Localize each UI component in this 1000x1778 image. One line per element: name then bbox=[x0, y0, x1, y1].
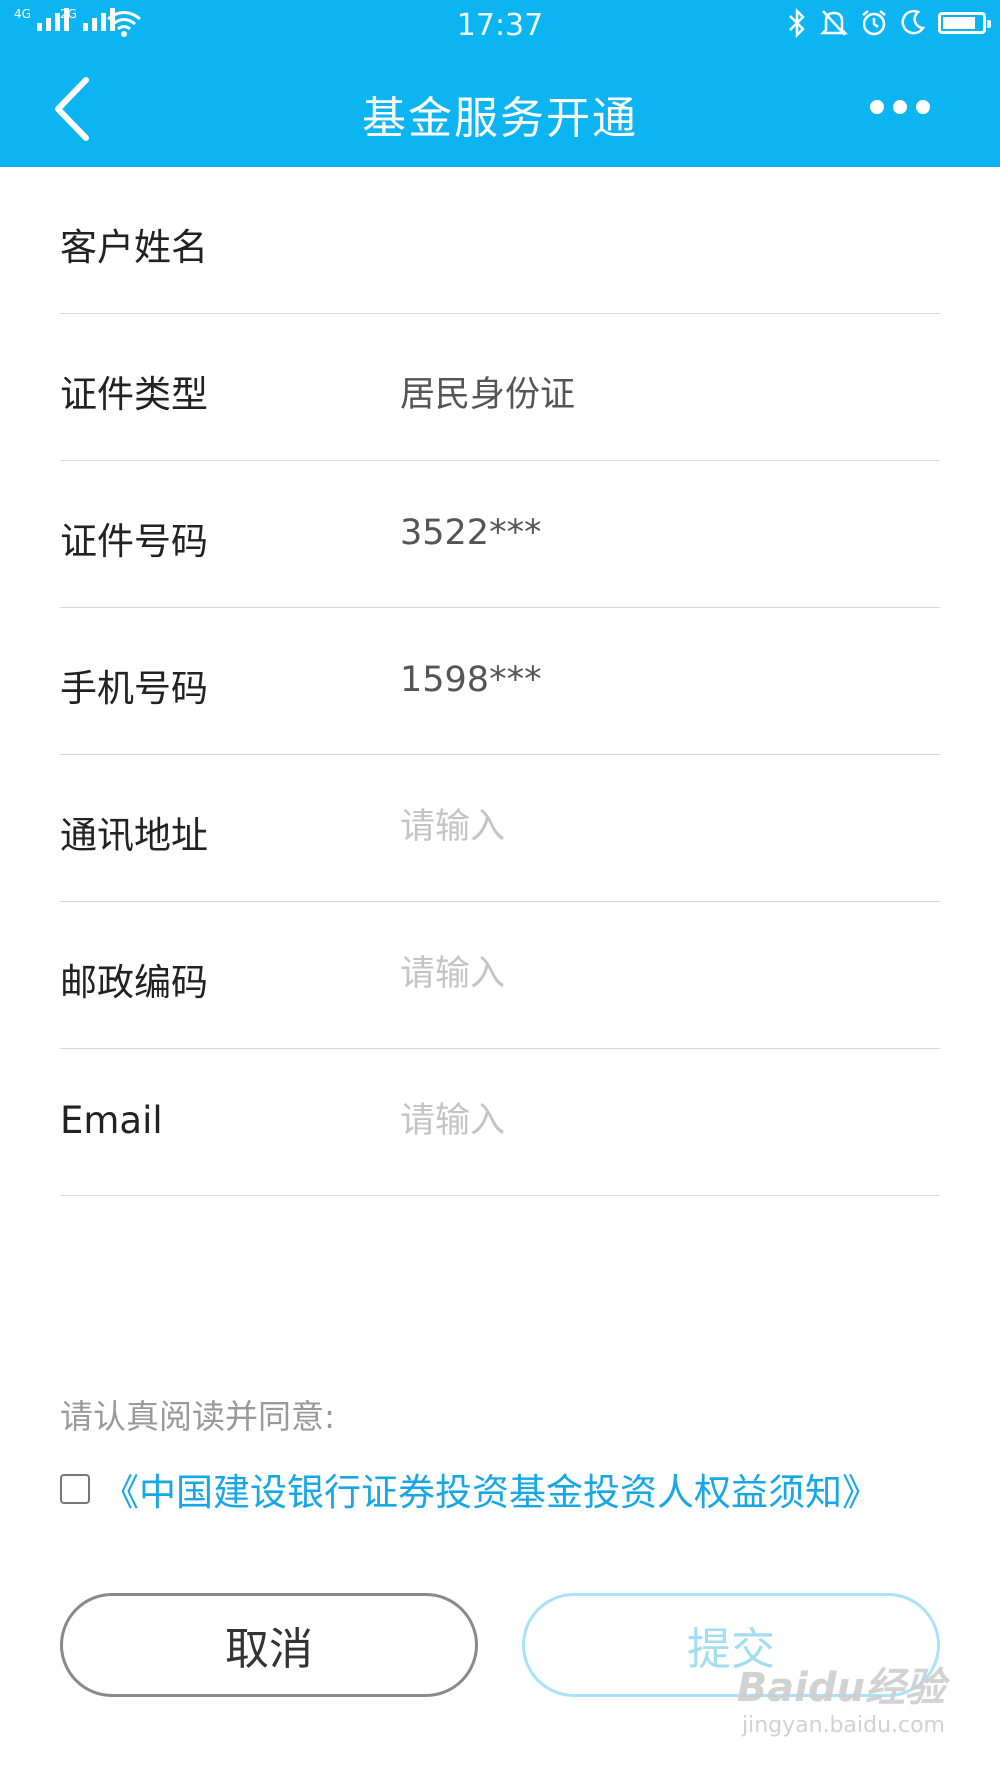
id-type-value: 居民身份证 bbox=[400, 375, 576, 415]
agreement-hint: 请认真阅读并同意: bbox=[60, 1397, 336, 1436]
form-row-name: 客户姓名 bbox=[60, 167, 940, 314]
phone-label: 手机号码 bbox=[60, 667, 208, 710]
status-bar: 4G 2G 17:37 bbox=[0, 0, 1000, 52]
id-number-label: 证件号码 bbox=[60, 520, 208, 563]
email-label: Email bbox=[60, 1099, 163, 1142]
form-row-phone: 手机号码 1598*** bbox=[60, 608, 940, 755]
nav-bar: 基金服务开通 bbox=[0, 52, 1000, 167]
alarm-icon bbox=[862, 10, 886, 36]
battery-level bbox=[943, 17, 976, 29]
agreement-row: 《中国建设银行证券投资基金投资人权益须知》 bbox=[60, 1462, 879, 1516]
id-number-value: 3522***: bbox=[400, 513, 540, 553]
more-button[interactable] bbox=[870, 92, 940, 122]
form-row-id-type: 证件类型 居民身份证 bbox=[60, 314, 940, 461]
moon-icon bbox=[901, 9, 926, 35]
postcode-input[interactable] bbox=[400, 954, 900, 994]
page-title: 基金服务开通 bbox=[362, 93, 638, 144]
bell-icon bbox=[820, 10, 848, 36]
form-row-address: 通讯地址 bbox=[60, 755, 940, 902]
id-type-label: 证件类型 bbox=[60, 373, 208, 416]
address-input[interactable] bbox=[400, 807, 900, 847]
form-row-postcode: 邮政编码 bbox=[60, 902, 940, 1049]
cancel-button[interactable]: 取消 bbox=[60, 1593, 478, 1697]
account-form: 客户姓名 证件类型 居民身份证 证件号码 3522***: 手机号码 1598*… bbox=[60, 167, 940, 1196]
form-row-email: Email bbox=[60, 1049, 940, 1196]
watermark-url: jingyan.baidu.com bbox=[741, 1713, 945, 1738]
watermark-brand: Baidu经验 bbox=[736, 1665, 945, 1711]
phone-value: 1598*** bbox=[400, 660, 542, 700]
watermark: Baidu经验 jingyan.baidu.com bbox=[737, 1655, 945, 1738]
address-label: 通讯地址 bbox=[60, 814, 208, 857]
agreement-link[interactable]: 《中国建设银行证券投资基金投资人权益须知》 bbox=[102, 1462, 879, 1516]
postcode-label: 邮政编码 bbox=[60, 961, 208, 1004]
form-row-id-number: 证件号码 3522***: bbox=[60, 461, 940, 608]
bluetooth-icon bbox=[789, 8, 805, 38]
agreement-checkbox[interactable] bbox=[60, 1474, 90, 1504]
name-label: 客户姓名 bbox=[60, 226, 208, 269]
email-input[interactable] bbox=[400, 1101, 900, 1141]
battery-icon bbox=[938, 12, 991, 34]
status-right-icons bbox=[786, 8, 991, 38]
more-dots-icon bbox=[870, 100, 884, 114]
